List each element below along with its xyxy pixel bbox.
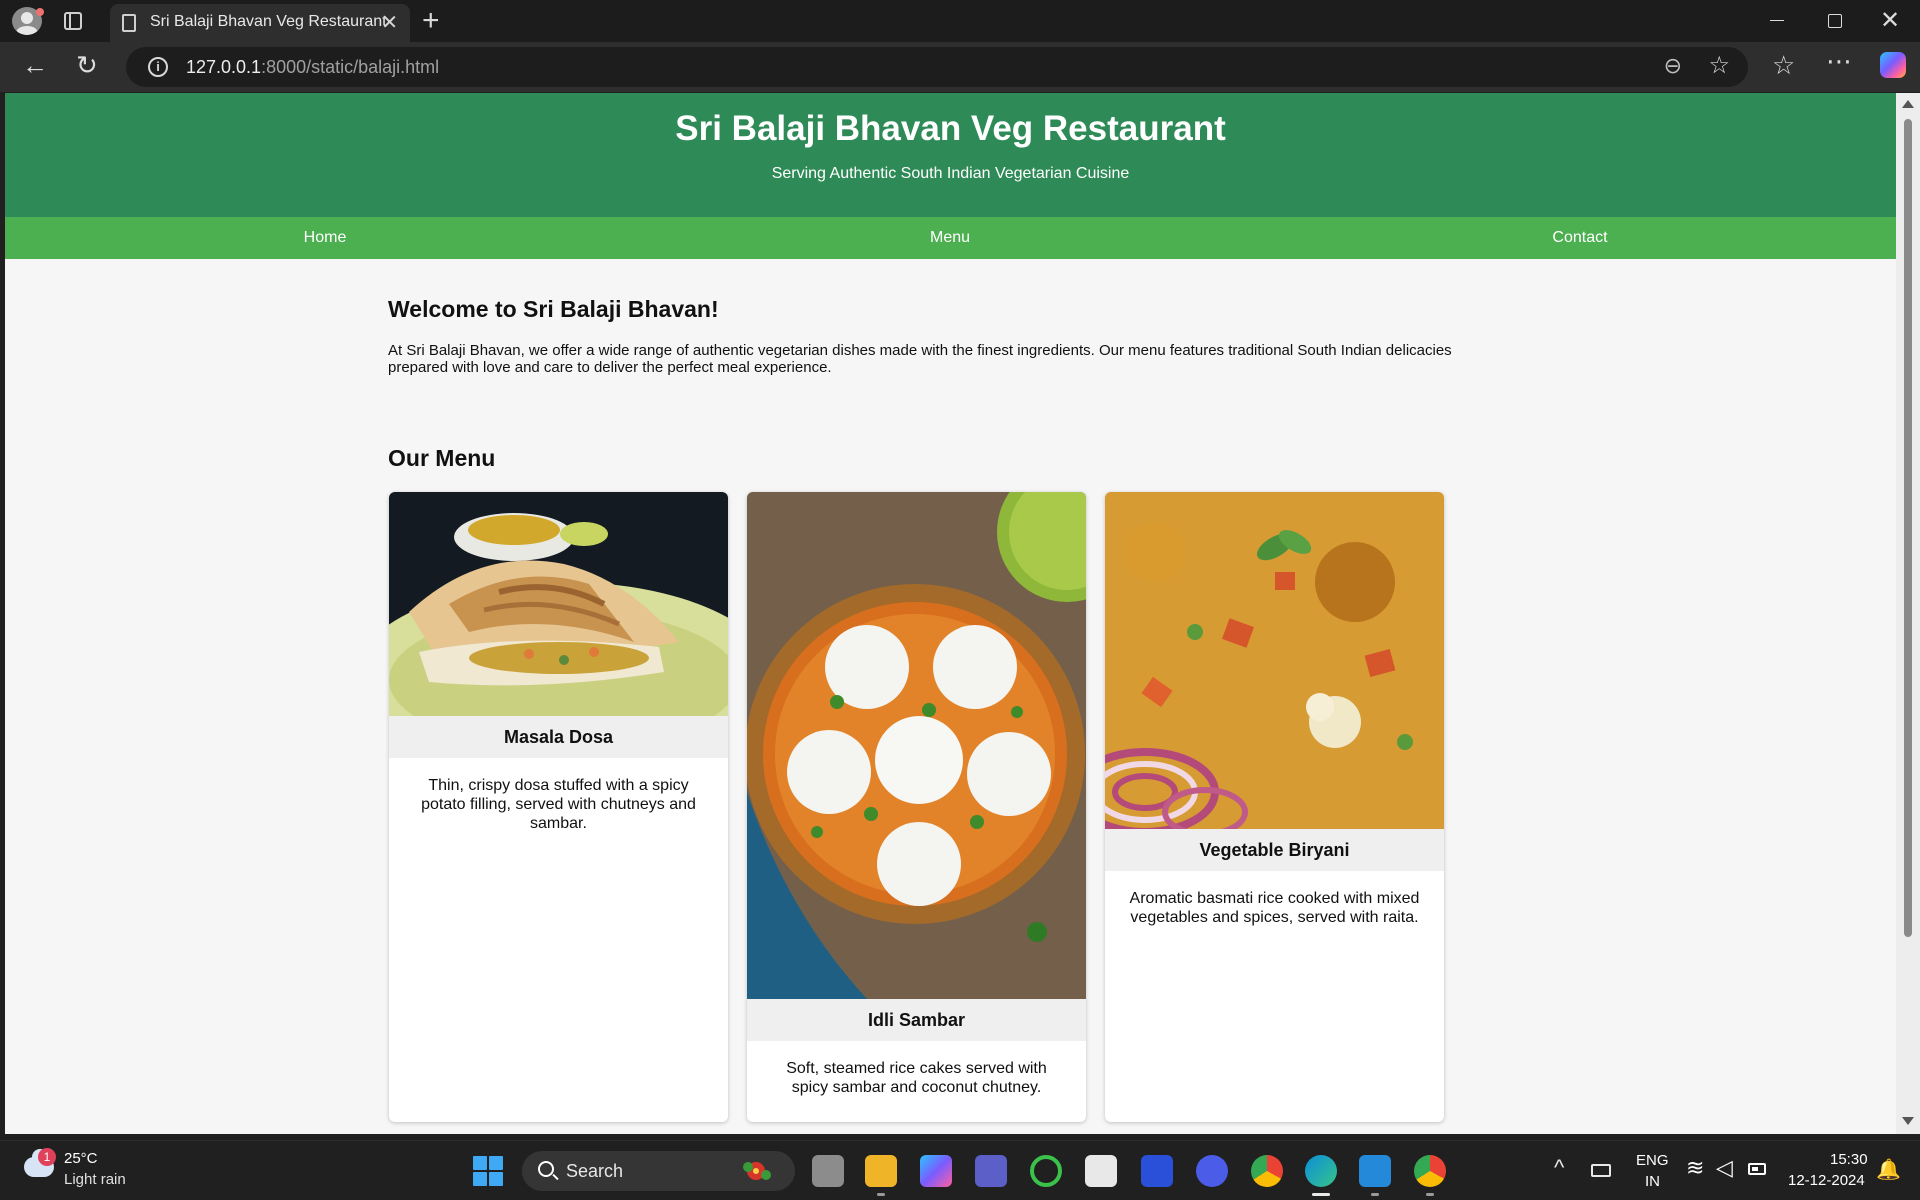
dish-name: Idli Sambar (747, 999, 1086, 1041)
keyboard-icon[interactable] (1591, 1164, 1611, 1177)
active-app-indicator (1312, 1193, 1330, 1196)
menu-card-vegetable-biryani: Vegetable Biryani Aromatic basmati rice … (1105, 492, 1444, 1122)
idli-sambar-image (747, 492, 1086, 999)
tray-overflow-chevron-icon[interactable]: ^ (1554, 1155, 1564, 1181)
page-document-icon (122, 14, 136, 32)
window-minimize-icon[interactable] (1770, 20, 1784, 21)
clock-date[interactable]: 12-12-2024 (1788, 1172, 1865, 1189)
copilot-icon[interactable] (1880, 52, 1906, 78)
browser-tabbar: Sri Balaji Bhavan Veg Restaurant ✕ + ✕ (0, 0, 1920, 42)
browser-toolbar: ← ↻ i 127.0.0.1:8000/static/balaji.html … (0, 42, 1920, 92)
favorite-star-icon[interactable]: ☆ (1708, 51, 1730, 80)
region-indicator[interactable]: IN (1645, 1173, 1660, 1190)
url-text[interactable]: 127.0.0.1:8000/static/balaji.html (186, 57, 439, 78)
nav-contact-link[interactable]: Contact (1480, 229, 1680, 247)
search-label: Search (566, 1161, 624, 1181)
language-indicator[interactable]: ENG (1636, 1152, 1669, 1169)
menu-card-idli-sambar: Idli Sambar Soft, steamed rice cakes ser… (747, 492, 1086, 1122)
menu-heading: Our Menu (388, 445, 496, 471)
search-icon (538, 1161, 554, 1177)
arc-app-icon[interactable] (1196, 1155, 1228, 1187)
dish-description: Soft, steamed rice cakes served with spi… (786, 1060, 1047, 1096)
page-scrollbar[interactable] (1896, 93, 1920, 1134)
tab-actions-icon[interactable] (64, 12, 82, 30)
sync-app-icon[interactable] (1030, 1155, 1062, 1187)
chrome-icon[interactable] (1251, 1155, 1283, 1187)
welcome-text: At Sri Balaji Bhavan, we offer a wide ra… (388, 342, 1452, 376)
windows-taskbar: 1 25°C Light rain Search ^ ENG IN ≋ ◁ 15… (0, 1140, 1920, 1200)
nav-home-link[interactable]: Home (225, 229, 425, 247)
tab-title: Sri Balaji Bhavan Veg Restaurant (150, 13, 387, 30)
site-subtitle: Serving Authentic South Indian Vegetaria… (771, 165, 1130, 182)
scroll-up-arrow-icon[interactable] (1902, 100, 1914, 108)
site-header: Sri Balaji Bhavan Veg Restaurant Serving… (5, 93, 1896, 217)
weather-temperature[interactable]: 25°C (64, 1150, 98, 1167)
edge-icon[interactable] (1305, 1155, 1337, 1187)
l-app-icon[interactable] (1141, 1155, 1173, 1187)
browser-tab-active[interactable]: Sri Balaji Bhavan Veg Restaurant ✕ (110, 4, 410, 42)
zoom-out-icon[interactable]: ⊖ (1664, 53, 1682, 79)
wifi-icon[interactable]: ≋ (1686, 1155, 1704, 1181)
masala-dosa-image (389, 492, 728, 716)
clock-time[interactable]: 15:30 (1830, 1151, 1868, 1168)
site-title: Sri Balaji Bhavan Veg Restaurant (675, 109, 1226, 148)
teams-icon[interactable] (975, 1155, 1007, 1187)
copilot-app-icon[interactable] (920, 1155, 952, 1187)
site-info-icon[interactable]: i (148, 57, 168, 77)
welcome-heading: Welcome to Sri Balaji Bhavan! (388, 296, 719, 322)
vscode-icon[interactable] (1359, 1155, 1391, 1187)
menu-card-masala-dosa: Masala Dosa Thin, crispy dosa stuffed wi… (389, 492, 728, 1122)
dish-description: Aromatic basmati rice cooked with mixed … (1129, 890, 1420, 926)
scroll-thumb[interactable] (1904, 119, 1912, 937)
battery-icon[interactable] (1748, 1163, 1766, 1175)
running-indicator (1371, 1193, 1379, 1196)
favorites-list-icon[interactable]: ☆ (1772, 50, 1795, 81)
more-options-icon[interactable]: ⋯ (1826, 46, 1852, 77)
taskbar-search[interactable]: Search (522, 1151, 795, 1191)
address-bar[interactable]: i 127.0.0.1:8000/static/balaji.html ⊖ ☆ (126, 47, 1748, 87)
scroll-down-arrow-icon[interactable] (1902, 1117, 1914, 1125)
new-tab-icon[interactable]: + (422, 4, 440, 38)
profile-notification-dot (36, 8, 44, 16)
back-arrow-icon[interactable]: ← (22, 50, 48, 81)
running-indicator (877, 1193, 885, 1196)
running-indicator (1426, 1193, 1434, 1196)
weather-description[interactable]: Light rain (64, 1171, 126, 1188)
file-explorer-icon[interactable] (865, 1155, 897, 1187)
dish-description: Thin, crispy dosa stuffed with a spicy p… (421, 777, 696, 832)
page-viewport: Sri Balaji Bhavan Veg Restaurant Serving… (5, 93, 1896, 1134)
vegetable-biryani-image (1105, 492, 1444, 829)
nav-menu-link[interactable]: Menu (850, 229, 1050, 247)
weather-badge: 1 (38, 1148, 56, 1166)
search-highlight-icon (743, 1162, 771, 1180)
notification-bell-icon[interactable]: 🔔 (1876, 1157, 1901, 1182)
windows-start-icon[interactable] (473, 1156, 503, 1186)
chrome-profile-icon[interactable] (1414, 1155, 1446, 1187)
site-nav: Home Menu Contact (5, 217, 1896, 259)
tab-close-icon[interactable]: ✕ (381, 10, 398, 35)
window-close-icon[interactable]: ✕ (1880, 6, 1900, 35)
window-restore-icon[interactable] (1828, 14, 1842, 28)
microsoft-store-icon[interactable] (1085, 1155, 1117, 1187)
dish-name: Vegetable Biryani (1105, 829, 1444, 871)
task-view-icon[interactable] (812, 1155, 844, 1187)
volume-icon[interactable]: ◁ (1716, 1155, 1733, 1181)
refresh-icon[interactable]: ↻ (76, 50, 98, 81)
dish-name: Masala Dosa (389, 716, 728, 758)
